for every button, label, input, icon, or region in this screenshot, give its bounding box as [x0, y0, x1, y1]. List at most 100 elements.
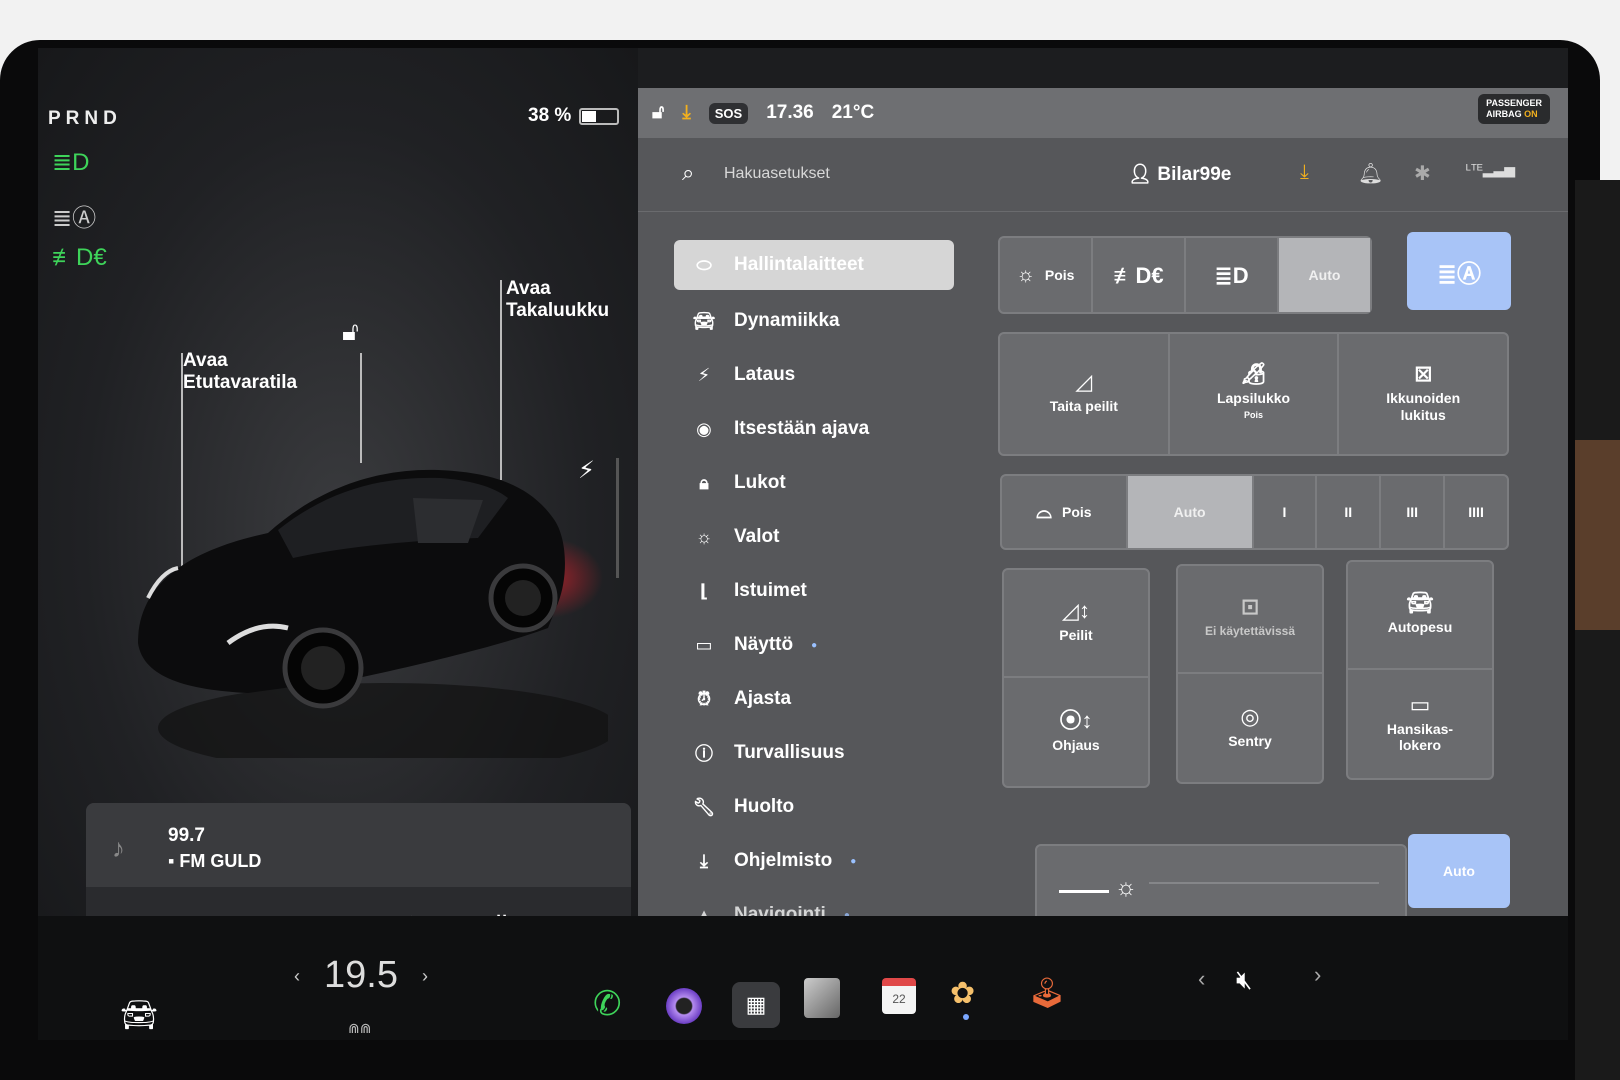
volume-down-arrow[interactable]: ‹: [1198, 966, 1205, 992]
car-controls-icon[interactable]: 🚘︎: [120, 998, 158, 1033]
carwash-glovebox-tile: 🚘︎ Autopesu ▭ Hansikas-lokero: [1346, 560, 1494, 780]
menu-item-charging[interactable]: ⚡︎ Lataus: [674, 348, 954, 402]
wipers-auto-button[interactable]: Auto: [1127, 476, 1254, 548]
camera-app-icon[interactable]: [666, 988, 702, 1024]
menu-label: Huolto: [734, 796, 795, 817]
mute-icon[interactable]: 🔇︎: [1236, 964, 1252, 996]
joystick-icon[interactable]: 🕹︎: [1028, 976, 1066, 1011]
rear-trunk-line2: Takaluukku: [506, 300, 610, 321]
brightness-sun-icon: ☼: [1115, 874, 1137, 901]
child-lock-label: Lapsilukko: [1216, 389, 1291, 406]
menu-item-display[interactable]: ▭ Näyttö ●: [674, 618, 954, 672]
child-lock-state: Pois: [1244, 409, 1264, 420]
radio-station-name: FM GULD: [179, 851, 262, 871]
unlock-icon[interactable]: 🔓︎: [342, 316, 359, 348]
dashcam-button[interactable]: ⊡ Ei käytettävissä: [1178, 566, 1322, 674]
search-input[interactable]: Hakuasetukset: [724, 165, 830, 183]
sun-icon: ☼: [695, 526, 713, 547]
navigation-app-icon[interactable]: [804, 978, 840, 1018]
bottom-dock: [38, 916, 1568, 1040]
low-beam-button[interactable]: ≣D: [1186, 238, 1279, 312]
sentry-button[interactable]: ◎ Sentry: [1178, 676, 1322, 782]
menu-item-schedule[interactable]: ⏰︎ Ajasta: [674, 672, 954, 726]
menu-label: Näyttö: [734, 634, 794, 655]
battery-status: 38 %: [528, 105, 620, 127]
auto-highbeam-icon: ≣Ⓐ: [52, 205, 97, 232]
carwash-button[interactable]: 🚘︎ Autopesu: [1348, 562, 1492, 670]
steering-adjust-icon: ⦿↕: [1059, 708, 1093, 733]
auto-highbeam-icon: ≣Ⓐ: [1436, 260, 1482, 288]
mirror-icon: ◿: [1075, 369, 1093, 394]
mirror-steering-tile: ◿↕ Peilit ⦿↕ Ohjaus: [1002, 568, 1150, 788]
menu-item-safety[interactable]: ⓘ Turvallisuus: [674, 726, 954, 780]
fold-mirrors-label: Taita peilit: [1049, 398, 1118, 414]
menu-item-dynamics[interactable]: 🚘︎ Dynamiikka: [674, 294, 954, 348]
active-dot: [963, 1014, 969, 1020]
menu-item-controls[interactable]: ⬭ Hallintalaitteet: [674, 240, 954, 290]
glovebox-line2: lokero: [1398, 737, 1441, 753]
child-lock-button[interactable]: 🔏︎ Lapsilukko Pois: [1170, 334, 1340, 454]
wipers-off-button[interactable]: ⌓ Pois: [1002, 476, 1128, 548]
menu-label: Valot: [734, 526, 780, 547]
menu-item-seats[interactable]: ⌊ Istuimet: [674, 564, 954, 618]
wiper-icon: ⌓: [1036, 500, 1052, 523]
user-profile[interactable]: 👤︎ Bilar99e: [1128, 162, 1231, 186]
wiper-speed-selector: ⌓ Pois Auto I II III IIII: [1000, 474, 1509, 550]
lte-signal-icon: ᴸᵀᴱ▂▃▅: [1466, 161, 1516, 177]
now-playing[interactable]: ♪ 99.7 ▪︎ FM GULD: [86, 803, 631, 887]
search-icon: ⌕: [682, 160, 695, 185]
fold-mirrors-button[interactable]: ◿ Taita peilit: [1000, 334, 1170, 454]
carwash-label: Autopesu: [1387, 619, 1453, 635]
menu-item-autopilot[interactable]: ◉ Itsestään ajava: [674, 402, 954, 456]
lock-icon: 🔒︎: [699, 472, 709, 493]
alarm-clock-icon: ⏰︎: [696, 688, 712, 709]
volume-up-arrow[interactable]: ›: [1314, 962, 1321, 988]
menu-item-service[interactable]: 🔧︎ Huolto: [674, 780, 954, 834]
rear-trunk-button[interactable]: Avaa Takaluukku: [506, 278, 609, 322]
app-launcher-icon[interactable]: ✿: [950, 976, 975, 1011]
temp-down-arrow[interactable]: ‹: [294, 966, 300, 987]
mirrors-adjust-button[interactable]: ◿↕ Peilit: [1004, 570, 1148, 678]
bluetooth-icon[interactable]: ✱: [1414, 161, 1431, 186]
parking-lights-button[interactable]: ≢D€: [1093, 238, 1186, 312]
wipers-speed-1-button[interactable]: I: [1254, 476, 1318, 548]
front-trunk-line1: Avaa: [183, 350, 228, 371]
car-model-image[interactable]: [128, 428, 608, 758]
menu-item-lights[interactable]: ☼ Valot: [674, 510, 954, 564]
wipers-speed-3-button[interactable]: III: [1381, 476, 1446, 548]
headlights-on-icon: ≣D: [52, 149, 90, 176]
toybox-icon[interactable]: ▦: [732, 982, 780, 1028]
download-arrow-icon: ⤓: [700, 850, 708, 871]
child-lock-icon: 🔏︎: [1239, 360, 1268, 386]
sos-button[interactable]: SOS: [708, 102, 749, 124]
phone-icon[interactable]: ✆: [593, 984, 622, 1024]
car-wash-icon: 🚘︎: [1406, 590, 1434, 615]
lights-off-button[interactable]: ☼ Pois: [1000, 238, 1093, 312]
window-lock-button[interactable]: ⊠ Ikkunoiden lukitus: [1339, 334, 1507, 454]
glovebox-button[interactable]: ▭ Hansikas-lokero: [1348, 672, 1492, 778]
menu-item-software[interactable]: ⤓ Ohjelmisto ●: [674, 834, 954, 888]
wipers-speed-2-button[interactable]: II: [1317, 476, 1382, 548]
wipers-speed-4-button[interactable]: IIII: [1445, 476, 1507, 548]
seat-heater-icon[interactable]: ⋒⋒: [348, 1020, 371, 1037]
cabin-temperature[interactable]: 19.5: [324, 954, 398, 997]
software-download-icon[interactable]: ⤓: [1300, 161, 1309, 184]
calendar-icon[interactable]: 22: [882, 978, 916, 1014]
battery-icon: [579, 107, 620, 125]
steering-adjust-button[interactable]: ⦿↕ Ohjaus: [1004, 680, 1148, 786]
lights-auto-button[interactable]: Auto: [1279, 238, 1370, 312]
notification-bell-icon[interactable]: 🔔︎: [1358, 161, 1383, 186]
menu-label: Itsestään ajava: [734, 418, 870, 439]
settings-panel: 🔓︎ ⤓ SOS 17.36 21°C PASSENGER AIRBAG ON …: [638, 88, 1568, 928]
menu-item-locks[interactable]: 🔒︎ Lukot: [674, 456, 954, 510]
brightness-auto-button[interactable]: Auto: [1408, 834, 1510, 908]
temp-up-arrow[interactable]: ›: [422, 966, 428, 987]
menu-label: Hallintalaitteet: [734, 254, 864, 275]
download-icon[interactable]: ⤓: [682, 102, 690, 124]
fog-lights-icon: ≢D€: [52, 244, 107, 271]
menu-label: Ohjelmisto: [734, 850, 833, 871]
calendar-day: 22: [892, 992, 906, 1006]
auto-highbeam-button[interactable]: ≣Ⓐ: [1407, 232, 1511, 310]
front-trunk-button[interactable]: Avaa Etutavaratila: [183, 350, 297, 394]
lock-status-icon[interactable]: 🔓︎: [652, 102, 664, 124]
